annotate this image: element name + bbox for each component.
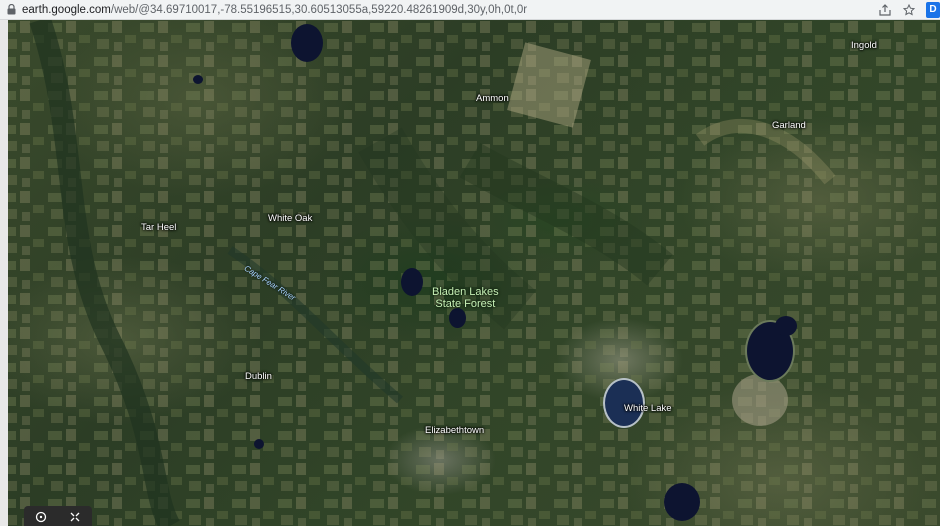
- place-label-white-oak[interactable]: White Oak: [268, 213, 312, 224]
- compass-icon[interactable]: [34, 510, 48, 524]
- lake: [401, 268, 423, 296]
- place-label-elizabethtown[interactable]: Elizabethtown: [425, 425, 484, 436]
- url-path: /web/@34.69710017,-78.55196515,30.605130…: [110, 3, 528, 16]
- place-label-ammon[interactable]: Ammon: [476, 93, 509, 104]
- url-host: earth.google.com: [22, 3, 111, 16]
- place-label-dublin[interactable]: Dublin: [245, 371, 272, 382]
- fullscreen-icon[interactable]: [68, 510, 82, 524]
- place-label-white-lake[interactable]: White Lake: [624, 403, 672, 414]
- terrain-texture: [0, 20, 940, 526]
- lock-icon[interactable]: [0, 4, 22, 15]
- browser-address-bar: earth.google.com/web/@34.69710017,-78.55…: [0, 0, 940, 20]
- map-left-edge: [0, 20, 8, 526]
- lake: [254, 439, 264, 449]
- satellite-map[interactable]: Ingold Ammon Garland Tar Heel White Oak …: [0, 20, 940, 526]
- share-icon[interactable]: [878, 3, 892, 17]
- lake: [775, 316, 797, 336]
- lake: [193, 75, 203, 84]
- map-controls: [24, 506, 92, 526]
- place-label-garland[interactable]: Garland: [772, 120, 806, 131]
- forest-label-line2: State Forest: [435, 298, 496, 310]
- lake: [664, 483, 700, 521]
- url-field[interactable]: earth.google.com/web/@34.69710017,-78.55…: [22, 4, 878, 16]
- extension-button[interactable]: D: [926, 1, 940, 18]
- lake: [291, 24, 323, 62]
- forest-label[interactable]: Bladen Lakes State Forest: [432, 286, 499, 310]
- lake: [449, 308, 466, 328]
- place-label-ingold[interactable]: Ingold: [851, 40, 877, 51]
- forest-label-line1: Bladen Lakes: [432, 286, 499, 298]
- star-icon[interactable]: [902, 3, 916, 17]
- place-label-tar-heel[interactable]: Tar Heel: [141, 222, 176, 233]
